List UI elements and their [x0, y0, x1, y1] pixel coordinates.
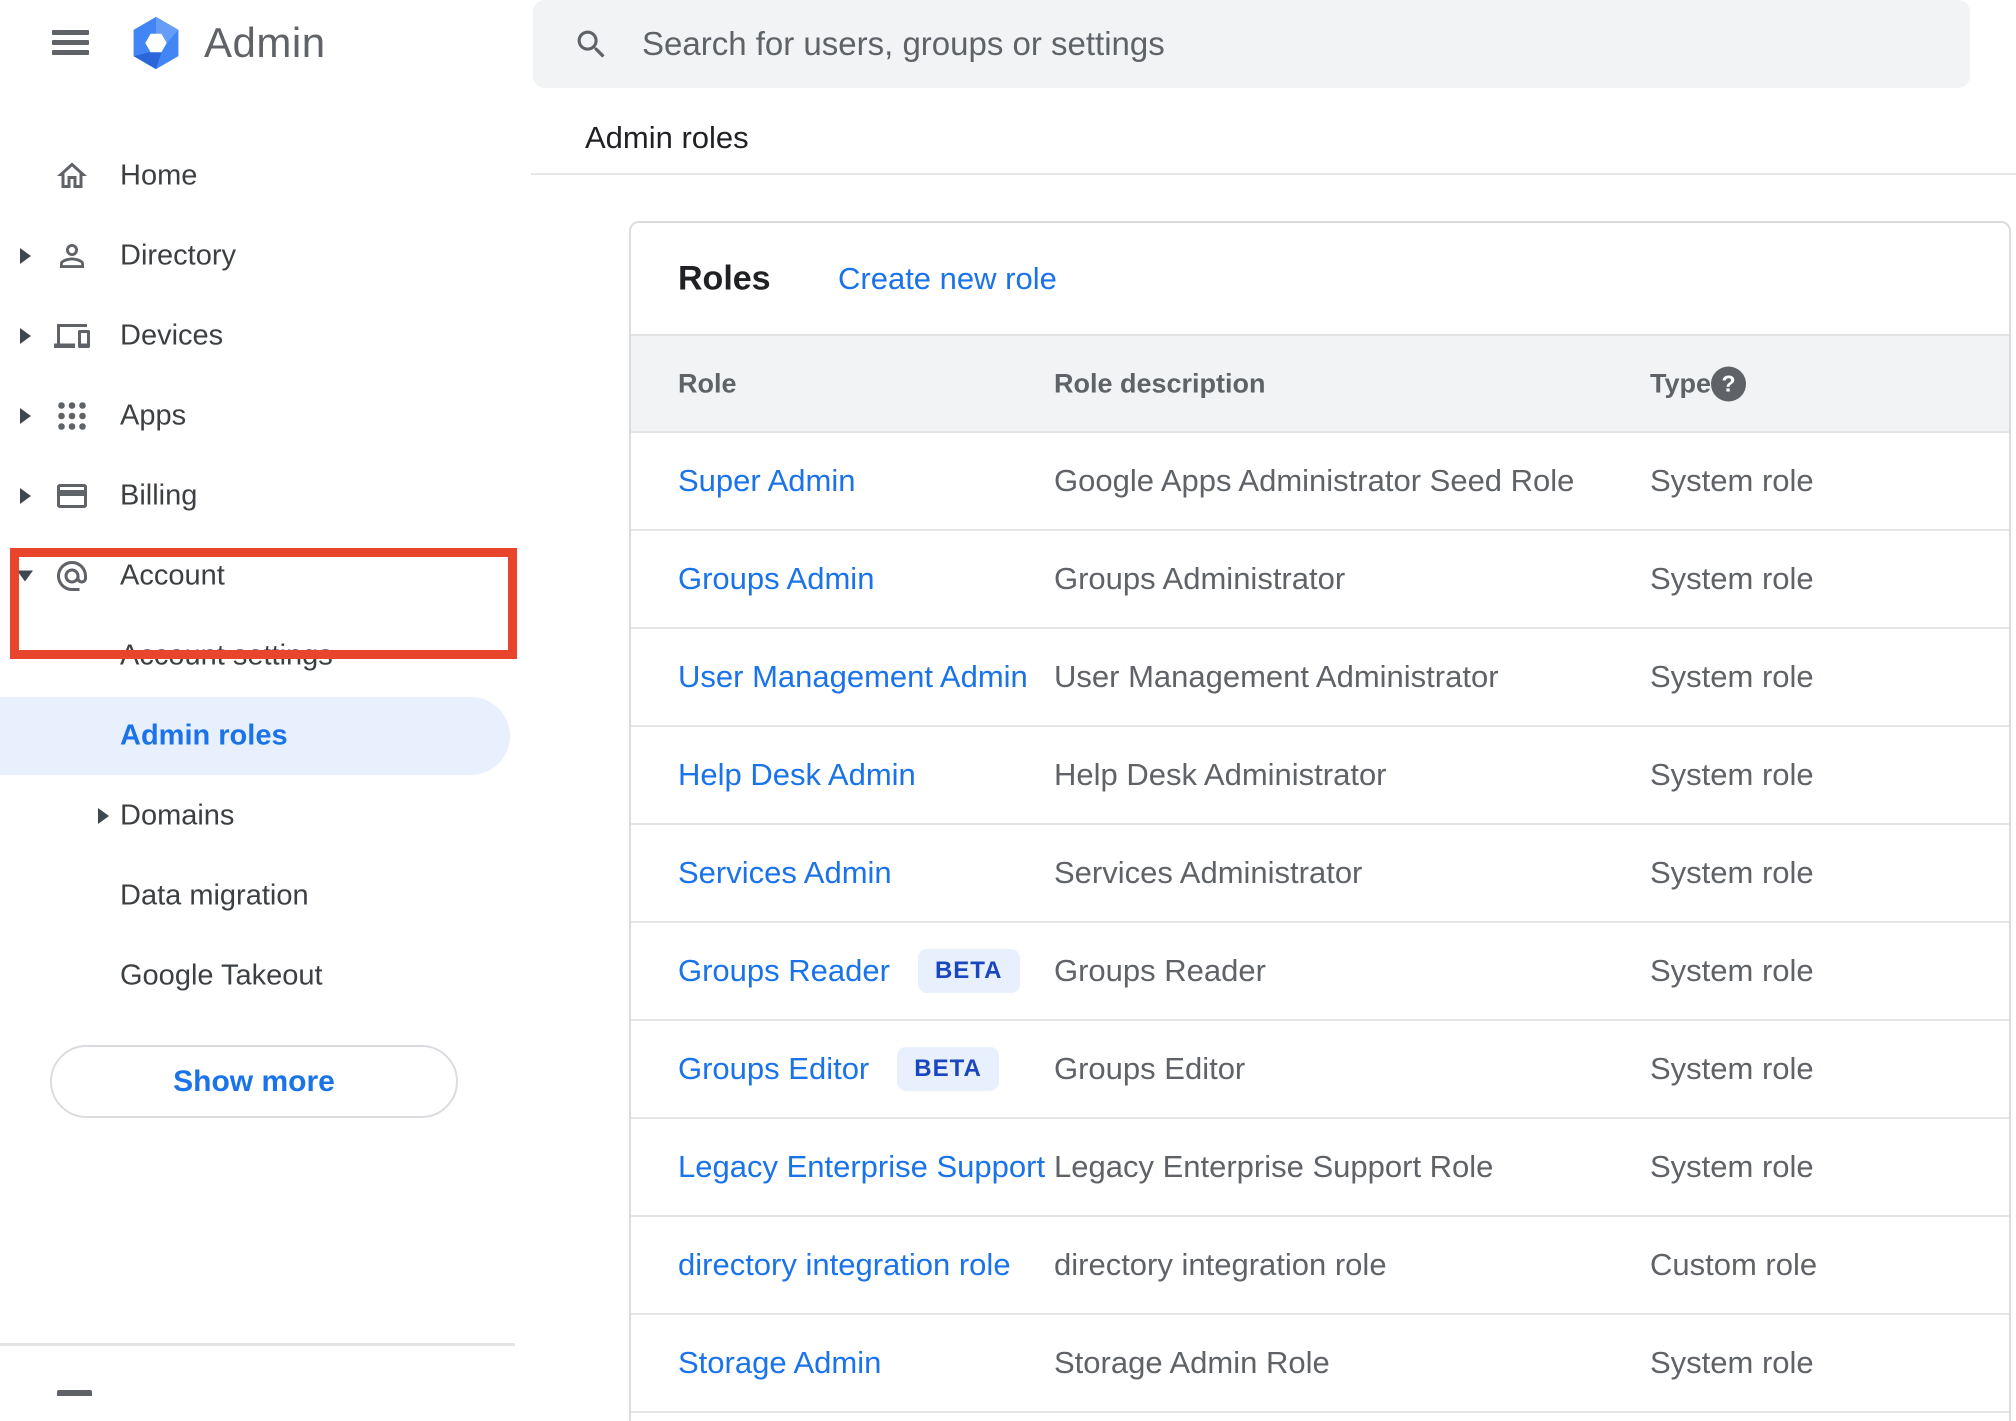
role-link[interactable]: directory integration role	[678, 1247, 1011, 1283]
sidebar-item-directory[interactable]: Directory	[0, 216, 531, 296]
role-description: Groups Administrator	[1054, 561, 1346, 596]
role-link[interactable]: Legacy Enterprise Support	[678, 1149, 1045, 1185]
role-link[interactable]: Help Desk Admin	[678, 757, 916, 793]
sidebar-item-label: Account settings	[120, 639, 333, 672]
search-icon	[573, 26, 610, 63]
table-row: Storage Admin Storage Admin Role System …	[631, 1315, 2009, 1413]
credit-card-icon	[54, 478, 90, 514]
role-link[interactable]: Services Admin	[678, 855, 892, 891]
table-header-row: Role Role description Type ?	[631, 334, 2009, 433]
expand-arrow-icon[interactable]	[20, 248, 31, 264]
table-row: Services Admin Services Administrator Sy…	[631, 825, 2009, 923]
table-row: Groups Reader BETA Groups Reader System …	[631, 923, 2009, 1021]
role-description: Help Desk Administrator	[1054, 757, 1387, 792]
role-description: User Management Administrator	[1054, 659, 1499, 694]
roles-panel: Roles Create new role Role Role descript…	[629, 221, 2011, 1421]
sidebar-item-label: Directory	[120, 239, 237, 272]
role-link[interactable]: Groups Admin	[678, 561, 874, 597]
role-description: Storage Admin Role	[1054, 1345, 1330, 1380]
beta-badge: BETA	[917, 949, 1020, 993]
column-header-type: Type	[1650, 368, 1712, 398]
sidebar-item-label: Home	[120, 159, 198, 192]
beta-badge: BETA	[897, 1047, 999, 1091]
table-row: directory integration role directory int…	[631, 1217, 2009, 1315]
role-link[interactable]: User Management Admin	[678, 659, 1028, 695]
table-row: Help Desk Admin Help Desk Administrator …	[631, 727, 2009, 825]
expand-arrow-icon[interactable]	[20, 328, 31, 344]
role-description: Google Apps Administrator Seed Role	[1054, 463, 1575, 498]
expand-arrow-icon[interactable]	[20, 408, 31, 424]
sidebar-item-label: Apps	[120, 399, 187, 432]
sidebar-item-account[interactable]: Account	[0, 536, 531, 616]
role-type: System role	[1650, 1345, 1814, 1380]
sidebar-item-domains[interactable]: Domains	[0, 776, 531, 856]
header-divider	[531, 173, 2016, 175]
collapse-arrow-icon[interactable]	[17, 570, 33, 582]
sidebar-item-account-settings[interactable]: Account settings	[0, 616, 531, 696]
role-type: System role	[1650, 757, 1814, 792]
person-icon	[54, 238, 90, 274]
sidebar-item-label: Billing	[120, 479, 198, 512]
sidebar-item-admin-roles[interactable]: Admin roles	[0, 696, 531, 776]
at-sign-icon	[54, 558, 90, 594]
sidebar: Home Directory Devices Apps Billing Acco…	[0, 136, 531, 1016]
role-link[interactable]: Storage Admin	[678, 1345, 881, 1381]
role-description: Groups Editor	[1054, 1051, 1246, 1086]
roles-panel-header: Roles Create new role	[631, 223, 2009, 334]
search-input[interactable]	[642, 25, 1970, 63]
apps-grid-icon	[54, 398, 90, 434]
sidebar-item-google-takeout[interactable]: Google Takeout	[0, 936, 531, 1016]
column-header-role: Role	[678, 368, 737, 398]
sidebar-item-label: Account	[120, 559, 225, 592]
role-type: System role	[1650, 561, 1814, 596]
role-description: Legacy Enterprise Support Role	[1054, 1149, 1494, 1184]
panel-title: Roles	[678, 259, 771, 297]
role-link[interactable]: Groups Reader	[678, 953, 890, 989]
sidebar-item-label: Google Takeout	[120, 959, 323, 992]
role-type: System role	[1650, 953, 1814, 988]
sidebar-item-label: Devices	[120, 319, 224, 352]
admin-logo-text: Admin	[204, 19, 326, 66]
role-description: Services Administrator	[1054, 855, 1363, 890]
sidebar-bottom-divider	[0, 1343, 515, 1346]
sidebar-item-label: Admin roles	[120, 719, 288, 752]
role-type: System role	[1650, 1149, 1814, 1184]
sidebar-item-billing[interactable]: Billing	[0, 456, 531, 536]
role-description: Groups Reader	[1054, 953, 1266, 988]
role-link[interactable]: Groups Editor	[678, 1051, 869, 1087]
table-row: Groups Editor BETA Groups Editor System …	[631, 1021, 2009, 1119]
admin-hexagon-logo-icon	[133, 16, 179, 70]
role-type: System role	[1650, 1051, 1814, 1086]
role-description: directory integration role	[1054, 1247, 1387, 1282]
expand-arrow-icon[interactable]	[20, 488, 31, 504]
sidebar-item-devices[interactable]: Devices	[0, 296, 531, 376]
create-new-role-link[interactable]: Create new role	[838, 261, 1057, 297]
table-row: Groups Admin Groups Administrator System…	[631, 531, 2009, 629]
sidebar-item-label: Data migration	[120, 879, 309, 912]
table-row: User Management Admin User Management Ad…	[631, 629, 2009, 727]
admin-logo[interactable]: Admin	[128, 13, 326, 73]
role-type: System role	[1650, 855, 1814, 890]
role-type: Custom role	[1650, 1247, 1818, 1282]
role-type: System role	[1650, 463, 1814, 498]
partial-cutoff-icon	[57, 1390, 92, 1396]
help-icon[interactable]: ?	[1711, 366, 1746, 401]
expand-arrow-icon[interactable]	[98, 808, 109, 824]
role-link[interactable]: Super Admin	[678, 463, 856, 499]
search-bar[interactable]	[533, 0, 1970, 88]
sidebar-item-data-migration[interactable]: Data migration	[0, 856, 531, 936]
home-icon	[54, 158, 90, 194]
devices-icon	[54, 318, 90, 354]
breadcrumb: Admin roles	[585, 120, 749, 155]
column-header-role-description: Role description	[1054, 368, 1266, 398]
sidebar-item-apps[interactable]: Apps	[0, 376, 531, 456]
table-row: Legacy Enterprise Support Legacy Enterpr…	[631, 1119, 2009, 1217]
sidebar-item-home[interactable]: Home	[0, 136, 531, 216]
table-row: Super Admin Google Apps Administrator Se…	[631, 433, 2009, 531]
show-more-button[interactable]: Show more	[50, 1045, 458, 1118]
menu-icon[interactable]	[52, 30, 89, 55]
sidebar-item-label: Domains	[120, 799, 235, 832]
role-type: System role	[1650, 659, 1814, 694]
